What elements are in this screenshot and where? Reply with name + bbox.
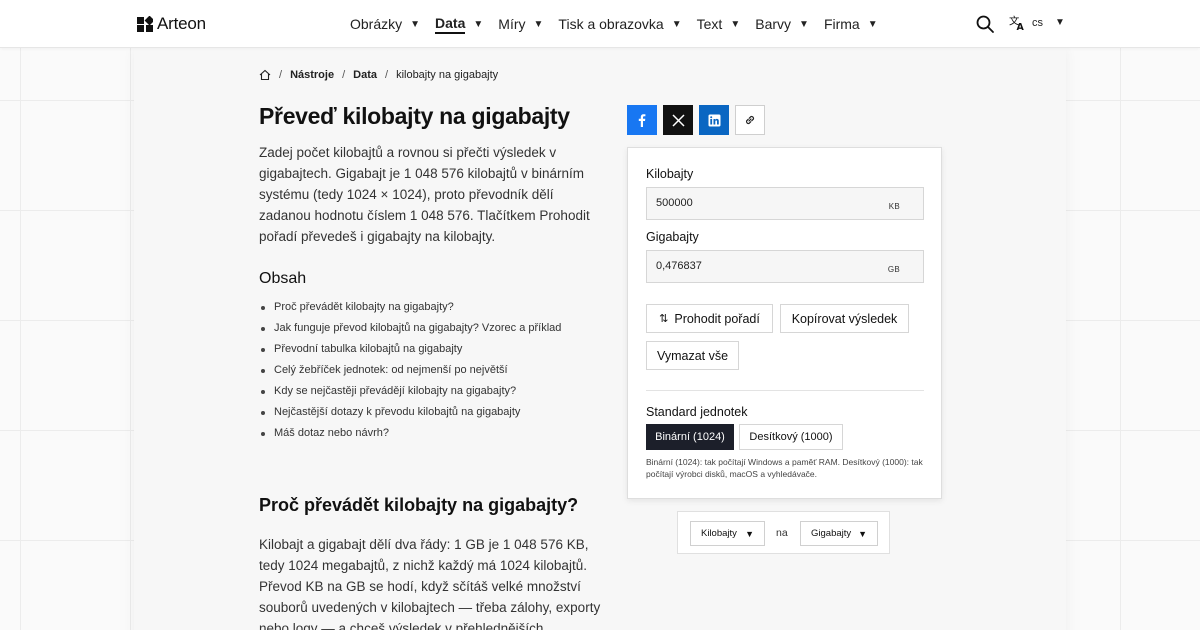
nav-label: Míry [498,16,526,32]
nav-label: Barvy [755,16,792,32]
toc-item[interactable]: Jak funguje převod kilobajtů na gigabajt… [259,318,561,339]
unit-standard-label: Standard jednotek [646,405,748,419]
table-of-contents: Proč převádět kilobajty na gigabajty? Ja… [259,297,561,444]
unit-standard-note: Binární (1024): tak počítají Windows a p… [646,457,923,479]
toc-item[interactable]: Proč převádět kilobajty na gigabajty? [259,297,561,318]
caret-down-icon: ▼ [858,528,867,539]
nav-item-data[interactable]: Data ▼ [435,0,483,48]
brand-logo[interactable]: Arteon [137,14,206,34]
caret-down-icon: ▼ [473,18,484,30]
toc-item[interactable]: Nejčastější dotazy k převodu kilobajtů n… [259,402,561,423]
nav-item-firma[interactable]: Firma ▼ [824,0,878,48]
nav-label: Obrázky [350,16,403,32]
clear-all-button[interactable]: Vymazat vše [646,341,739,370]
converter-panel: Kilobajty KB Gigabajty GB ⇅ Prohodit poř… [627,147,942,499]
section-title: Proč převádět kilobajty na gigabajty? [259,495,579,515]
nav-label: Firma [823,16,860,32]
to-unit-value: Gigabajty [811,528,852,539]
swap-button-label: Prohodit pořadí [674,311,760,326]
kilobytes-input[interactable] [656,197,856,209]
from-unit-value: Kilobajty [701,528,737,539]
clear-button-label: Vymazat vše [656,348,729,363]
binary-standard-toggle[interactable]: Binární (1024) [646,424,734,450]
caret-down-icon: ▼ [745,528,754,539]
toc-item[interactable]: Převodní tabulka kilobajtů na gigabajty [259,339,561,360]
to-unit-select[interactable]: Gigabajty ▼ [800,521,878,546]
copy-result-button[interactable]: Kopírovat výsledek [780,304,909,333]
caret-down-icon: ▼ [410,18,421,30]
nav-label: Text [696,16,723,32]
nav-item-barvy[interactable]: Barvy ▼ [755,0,809,48]
main-content: / Nástroje / Data / kilobajty na gigabaj… [134,48,1066,630]
nav-item-obrazky[interactable]: Obrázky ▼ [350,0,420,48]
swap-arrows-icon: ⇅ [659,313,669,325]
caret-down-icon: ▼ [799,18,809,30]
share-x-button[interactable] [663,105,693,135]
kilobytes-field: KB [646,187,924,220]
nav-item-tisk[interactable]: Tisk a obrazovka ▼ [558,0,681,48]
search-icon[interactable] [975,14,995,34]
caret-down-icon: ▼ [1055,17,1065,28]
decimal-standard-toggle[interactable]: Desítkový (1000) [739,424,843,450]
nav-label: Tisk a obrazovka [558,16,664,32]
share-linkedin-button[interactable] [699,105,729,135]
unit-pair-picker: Kilobajty ▼ na Gigabajty ▼ [677,511,890,554]
page-title: Převeď kilobajty na gigabajty [259,103,570,129]
link-icon [745,115,755,125]
breadcrumb: / Nástroje / Data / kilobajty na gigabaj… [259,69,498,81]
nav-item-text[interactable]: Text ▼ [697,0,741,48]
toc-item[interactable]: Kdy se nejčastěji převádějí kilobajty na… [259,381,561,402]
swap-button[interactable]: ⇅ Prohodit pořadí [646,304,773,333]
nav-item-miry[interactable]: Míry ▼ [498,0,543,48]
toc-item[interactable]: Máš dotaz nebo návrh? [259,423,561,444]
gigabytes-field: GB [646,250,924,283]
caret-down-icon: ▼ [533,18,544,30]
breadcrumb-data[interactable]: Data [353,69,377,81]
to-field-label: Gigabajty [646,230,699,244]
copy-link-button[interactable] [735,105,765,135]
intro-paragraph: Zadej počet kilobajtů a rovnou si přečti… [259,145,590,244]
gb-unit-label: GB [887,265,900,274]
facebook-icon [638,114,646,127]
main-nav: Obrázky ▼ Data ▼ Míry ▼ Tisk a obrazovka… [350,0,893,48]
breadcrumb-current: kilobajty na gigabajty [396,69,499,81]
x-logo-icon [671,113,685,127]
section-paragraph: Kilobajt a gigabajt dělí dva řády: 1 GB … [259,537,601,630]
caret-down-icon: ▼ [730,18,741,30]
divider [646,390,924,391]
breadcrumb-separator: / [342,69,346,81]
svg-text:A: A [1017,22,1025,31]
caret-down-icon: ▼ [867,18,878,30]
logo-icon [137,16,153,32]
share-facebook-button[interactable] [627,105,657,135]
kb-unit-label: KB [888,202,900,211]
language-code: cs [1032,16,1043,29]
from-unit-select[interactable]: Kilobajty ▼ [690,521,765,546]
unit-connector: na [776,527,788,539]
brand-name: Arteon [157,14,206,33]
home-icon[interactable] [259,69,271,81]
caret-down-icon: ▼ [671,18,682,30]
toc-item[interactable]: Celý žebříček jednotek: od nejmenší po n… [259,360,561,381]
copy-button-label: Kopírovat výsledek [791,311,898,326]
breadcrumb-tools[interactable]: Nástroje [290,69,334,81]
from-field-label: Kilobajty [646,167,694,181]
translate-icon: 文 A [1009,14,1025,31]
language-switcher[interactable]: 文 A cs ▼ [1009,14,1065,31]
breadcrumb-separator: / [279,69,283,81]
breadcrumb-separator: / [385,69,389,81]
top-navbar: Arteon Obrázky ▼ Data ▼ Míry ▼ Tisk a ob… [0,0,1200,48]
linkedin-icon [708,114,720,126]
share-buttons [627,105,765,135]
nav-label: Data [435,15,466,34]
toc-title: Obsah [259,270,307,287]
gigabytes-input[interactable] [656,260,856,272]
